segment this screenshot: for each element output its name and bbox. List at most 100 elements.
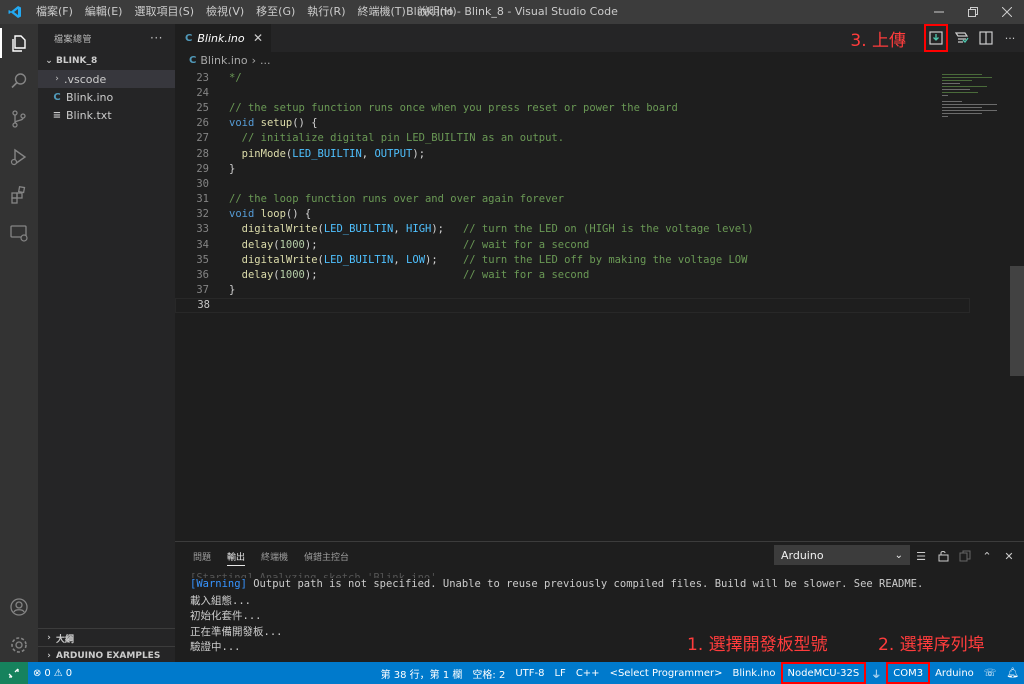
menu-run[interactable]: 執行(R) (301, 0, 351, 24)
menu-view[interactable]: 檢視(V) (200, 0, 250, 24)
minimap[interactable] (940, 70, 1010, 130)
sketch-file[interactable]: Blink.ino (728, 662, 781, 684)
filter-output-button[interactable]: ☰ (912, 546, 930, 566)
run-debug-button[interactable] (0, 138, 38, 176)
folder-section-header[interactable]: ⌄ BLINK_8 (38, 52, 175, 70)
problems-indicator[interactable]: ⊗ 0 ⚠ 0 (28, 662, 77, 684)
minimize-button[interactable] (922, 0, 956, 24)
outline-header: › 大綱 (38, 629, 175, 647)
warning-icon: ⚠ (53, 667, 63, 679)
code-editor[interactable]: 23 */ 24 25 // the setup function runs once … (175, 70, 1024, 313)
tab-terminal[interactable]: 終端機 (253, 542, 296, 570)
code-line[interactable]: 35 digitalWrite(LED_BUILTIN, LOW); // tu… (175, 252, 1024, 267)
status-bar: ⊗ 0 ⚠ 0 第 38 行，第 1 欄 空格: 2 UTF-8 LF C++ … (0, 662, 1024, 684)
more-actions-button[interactable]: ··· (150, 31, 163, 45)
lock-scroll-button[interactable] (934, 546, 952, 566)
outline-section[interactable]: › 大綱 (38, 628, 175, 647)
tab-problems[interactable]: 問題 (185, 542, 219, 570)
close-window-button[interactable] (990, 0, 1024, 24)
breadcrumb-file[interactable]: Blink.ino (200, 54, 247, 67)
end-of-line[interactable]: LF (549, 662, 570, 684)
output-line: 初始化套件... (190, 610, 262, 623)
accounts-button[interactable] (0, 588, 38, 626)
code-line[interactable]: 28 pinMode(LED_BUILTIN, OUTPUT); (175, 146, 1024, 161)
line-source: pinMode(LED_BUILTIN, OUTPUT); (241, 147, 426, 160)
platform-label[interactable]: Arduino (930, 662, 979, 684)
board-selector[interactable]: NodeMCU-32S (780, 662, 867, 684)
code-line[interactable]: 37} (175, 283, 1024, 298)
settings-button[interactable] (0, 626, 38, 664)
port-selector[interactable]: COM3 (886, 662, 931, 684)
split-editor-button[interactable] (976, 28, 996, 48)
code-line[interactable]: 29} (175, 161, 1024, 176)
extensions-button[interactable] (0, 176, 38, 214)
code-line[interactable]: 23 */ (175, 70, 1024, 85)
close-tab-icon[interactable]: ✕ (253, 31, 263, 45)
code-line[interactable]: 25 // the setup function runs once when y… (175, 100, 1024, 115)
close-icon: ✕ (1004, 549, 1014, 563)
clear-output-button[interactable] (956, 546, 974, 566)
output-channel-value: Arduino (781, 548, 824, 562)
code-line[interactable]: 31 // the loop function runs over and ove… (175, 192, 1024, 207)
restore-button[interactable] (956, 0, 990, 24)
language-mode[interactable]: C++ (571, 662, 605, 684)
breadcrumb-separator-icon: › (251, 53, 257, 67)
menu-terminal[interactable]: 終端機(T) (352, 0, 412, 24)
line-number: 33 (196, 223, 209, 236)
text-file-icon: ≡ (52, 109, 62, 121)
editor-scrollbar[interactable] (1010, 70, 1024, 541)
line-number: 35 (196, 253, 209, 266)
tree-item-blink-txt[interactable]: ≡ Blink.txt (38, 106, 175, 124)
maximize-panel-button[interactable]: ⌃ (978, 546, 996, 566)
more-editor-actions-button[interactable]: ··· (1000, 28, 1020, 48)
close-icon (1002, 7, 1012, 17)
menu-edit[interactable]: 編輯(E) (79, 0, 129, 24)
source-control-button[interactable] (0, 100, 38, 138)
tree-item-label: .vscode (64, 72, 107, 86)
status-right: 第 38 行，第 1 欄 空格: 2 UTF-8 LF C++ <Select … (376, 662, 1024, 684)
indentation[interactable]: 空格: 2 (467, 662, 510, 684)
breadcrumb-symbol[interactable]: ... (260, 54, 271, 67)
line-number: 28 (196, 147, 209, 160)
chevron-up-icon: ⌃ (982, 549, 992, 563)
code-line[interactable]: 34 delay(1000); // wait for a second (175, 237, 1024, 252)
tree-item-blink-ino[interactable]: C Blink.ino (38, 88, 175, 106)
code-line[interactable]: 30 (175, 176, 1024, 191)
upload-button[interactable] (924, 24, 948, 52)
output-channel-select[interactable]: Arduino ⌄ (774, 545, 910, 565)
tab-label: Blink.ino (197, 31, 245, 45)
code-line[interactable]: 27 // initialize digital pin LED_BUILTIN… (175, 131, 1024, 146)
cursor-position[interactable]: 第 38 行，第 1 欄 (376, 662, 468, 684)
code-line[interactable]: 33 digitalWrite(LED_BUILTIN, HIGH); // t… (175, 222, 1024, 237)
scrollbar-thumb[interactable] (1010, 266, 1024, 376)
menu-selection[interactable]: 選取項目(S) (128, 0, 200, 24)
menu-go[interactable]: 移至(G) (250, 0, 301, 24)
search-button[interactable] (0, 62, 38, 100)
line-source: delay(1000); // wait for a second (241, 238, 590, 251)
explorer-button[interactable] (0, 24, 38, 62)
code-line[interactable]: 26 void setup() { (175, 116, 1024, 131)
code-line[interactable]: 32 void loop() { (175, 207, 1024, 222)
feedback-button[interactable]: ☏ (979, 662, 1002, 684)
remote-indicator[interactable] (0, 662, 28, 684)
encoding[interactable]: UTF-8 (510, 662, 549, 684)
notifications-button[interactable]: 🔔︎ (1001, 662, 1024, 684)
verify-button[interactable] (952, 28, 972, 48)
code-line[interactable]: 24 (175, 85, 1024, 100)
tab-output[interactable]: 輸出 (219, 542, 253, 570)
editor-tabs: C Blink.ino ✕ 3. 上傳 ··· (175, 24, 1024, 52)
code-line[interactable]: 38 (175, 297, 970, 313)
tab-debug-console[interactable]: 偵錯主控台 (296, 542, 357, 570)
menu-help[interactable]: 說明(H) (412, 0, 463, 24)
tab-blink-ino[interactable]: C Blink.ino ✕ (175, 24, 271, 52)
code-line[interactable]: 36 delay(1000); // wait for a second (175, 267, 1024, 282)
tree-item-vscode[interactable]: › .vscode (38, 70, 175, 88)
close-panel-button[interactable]: ✕ (1000, 546, 1018, 566)
select-programmer[interactable]: <Select Programmer> (605, 662, 728, 684)
arduino-examples-title: ARDUINO EXAMPLES (56, 651, 161, 661)
line-number: 31 (196, 193, 209, 206)
serial-monitor-button[interactable]: ⏚ (866, 662, 886, 684)
menu-file[interactable]: 檔案(F) (30, 0, 79, 24)
remote-explorer-button[interactable] (0, 214, 38, 252)
outline-title: 大綱 (56, 634, 75, 645)
